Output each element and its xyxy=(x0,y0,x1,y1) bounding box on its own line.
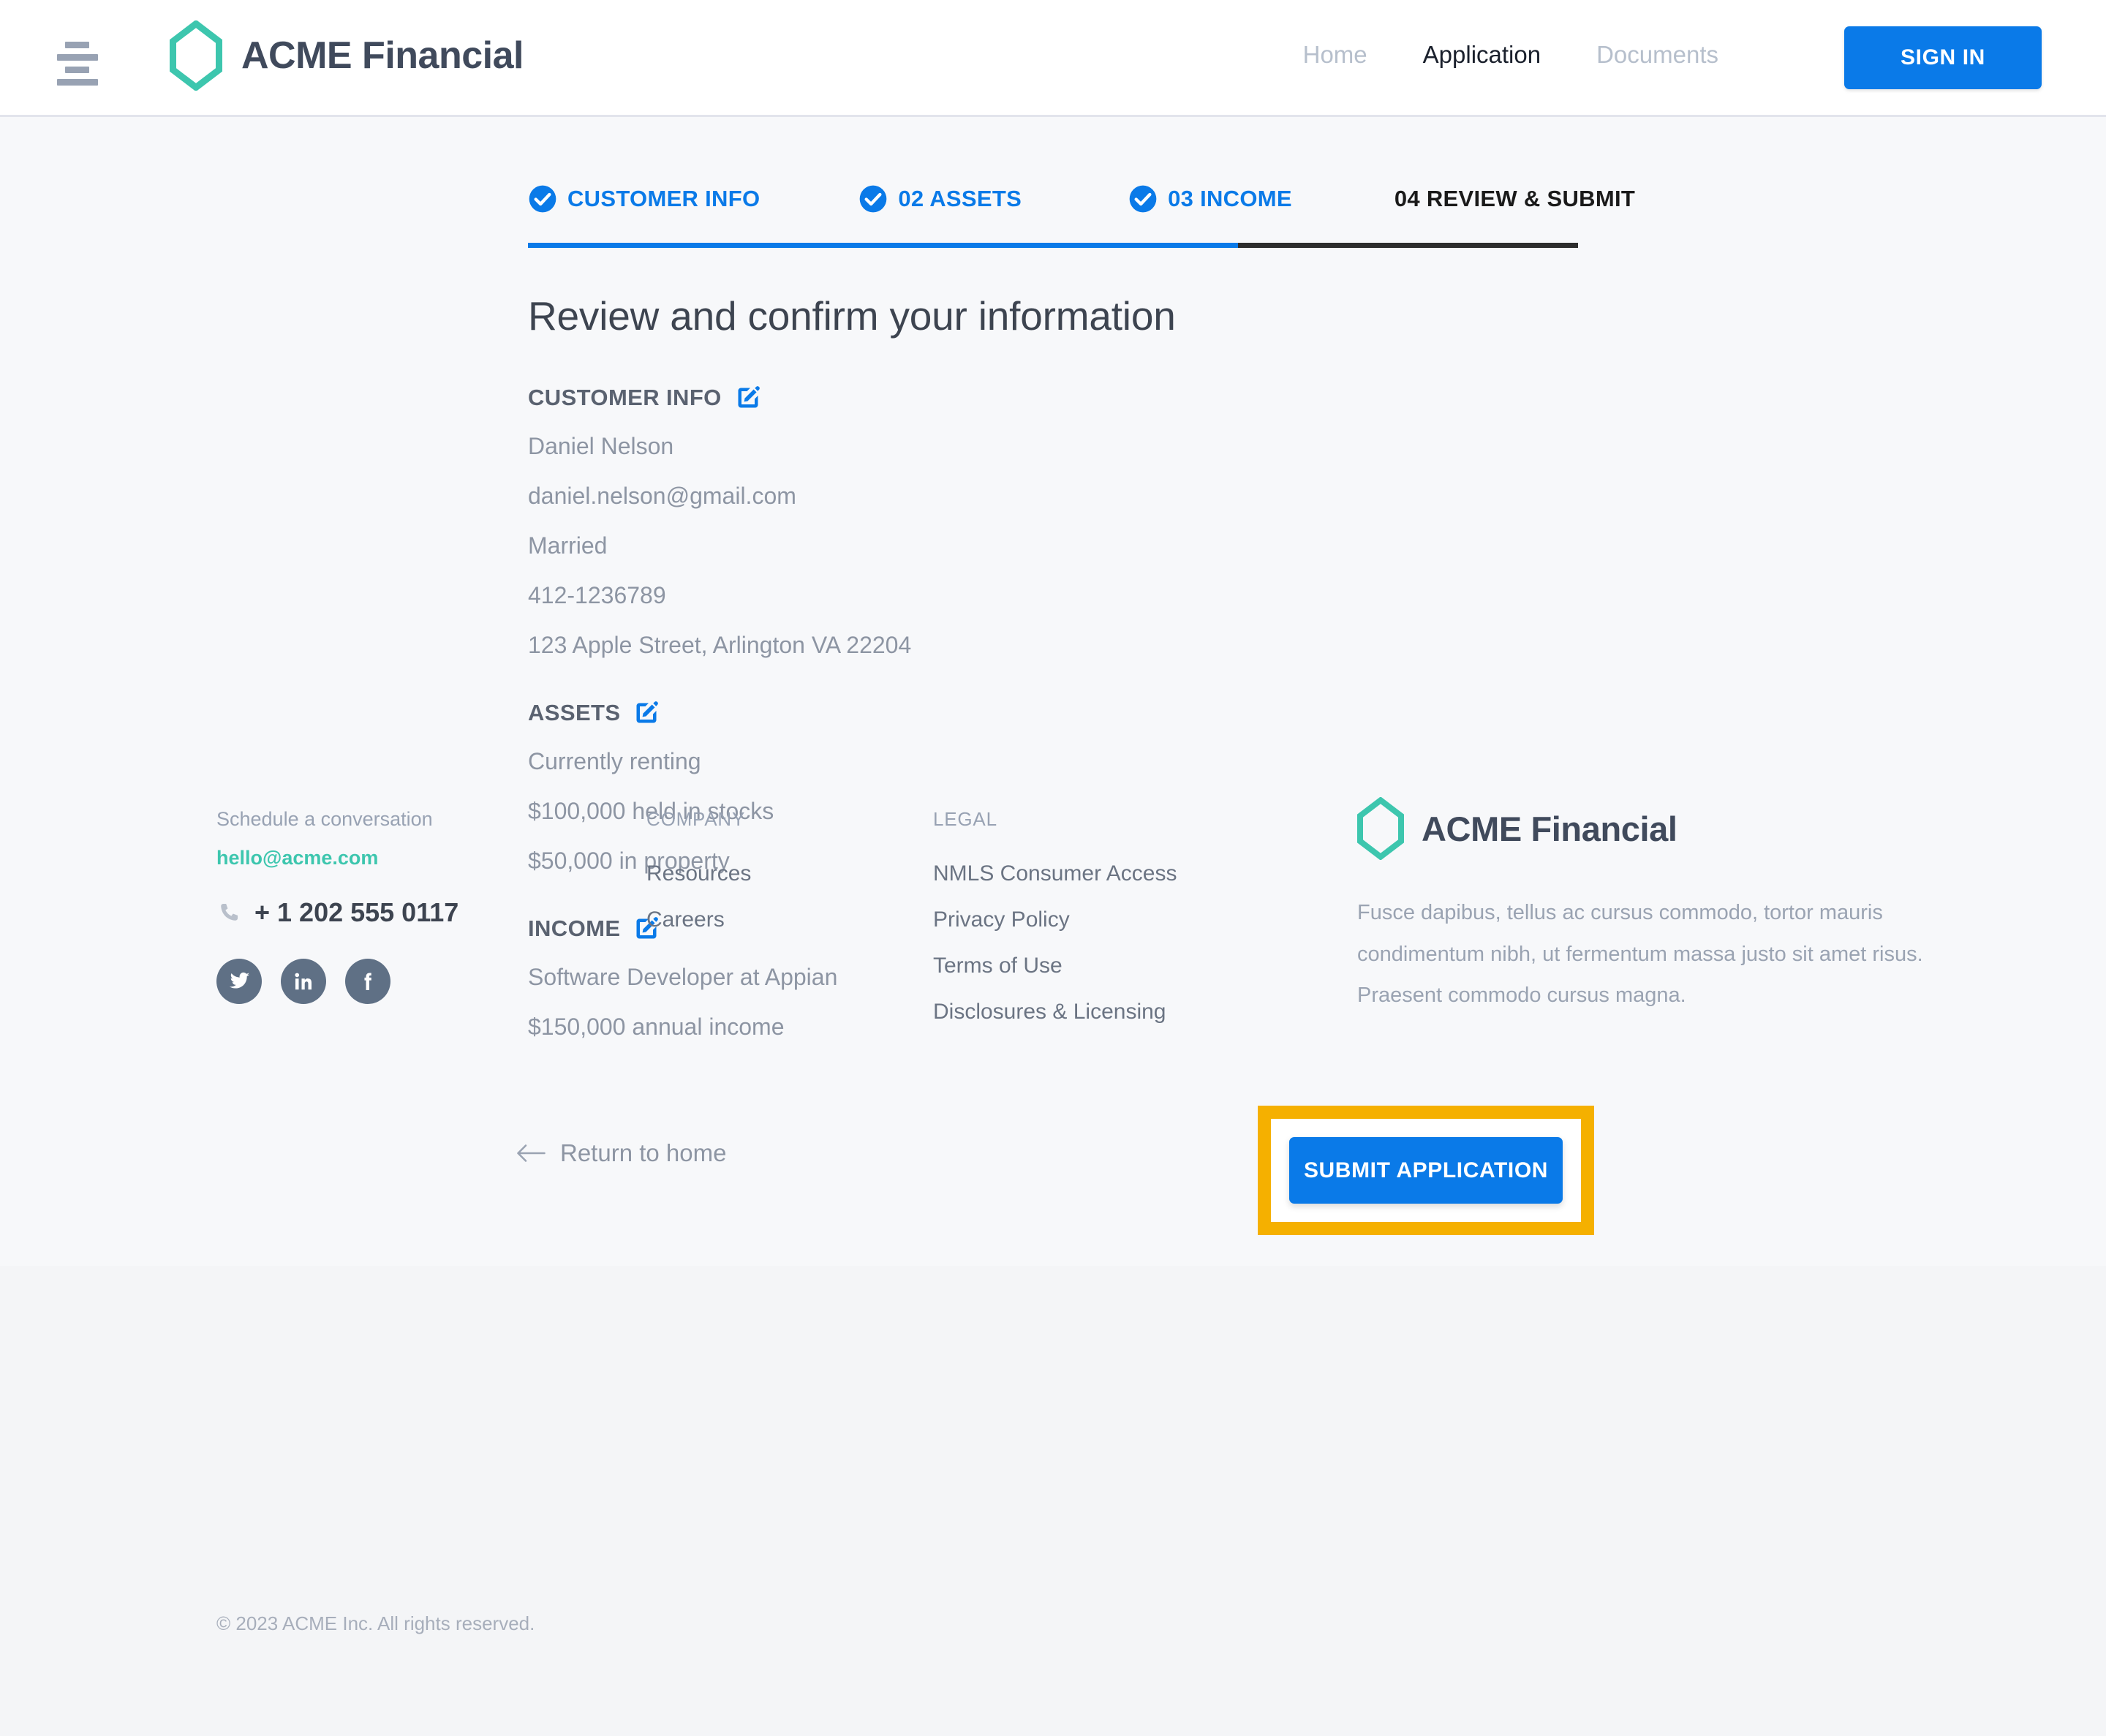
check-circle-icon xyxy=(529,185,556,213)
footer-column-title: COMPANY xyxy=(646,808,746,830)
footer-schedule-label: Schedule a conversation xyxy=(216,808,433,830)
footer-link-resources[interactable]: Resources xyxy=(646,861,751,886)
section-header: CUSTOMER INFO xyxy=(528,385,1588,411)
twitter-icon[interactable] xyxy=(216,959,262,1004)
field-value: daniel.nelson@gmail.com xyxy=(528,483,796,509)
section-title: INCOME xyxy=(528,916,621,941)
section-title: ASSETS xyxy=(528,700,621,725)
stepper-label: CUSTOMER INFO xyxy=(567,186,760,211)
return-to-home-link[interactable]: Return to home xyxy=(515,1139,726,1167)
stepper-step-customer-info[interactable]: CUSTOMER INFO xyxy=(528,184,760,214)
stepper-steps: CUSTOMER INFO 02 ASSETS 03 INCOME 04 REV… xyxy=(528,173,1635,225)
field-value: 412-1236789 xyxy=(528,582,666,608)
footer-link-privacy-policy[interactable]: Privacy Policy xyxy=(933,907,1177,932)
return-to-home-label: Return to home xyxy=(560,1139,727,1166)
hamburger-bar xyxy=(65,42,89,48)
hamburger-bar xyxy=(57,79,98,86)
footer-link-terms-of-use[interactable]: Terms of Use xyxy=(933,954,1177,978)
footer-phone[interactable]: + 1 202 555 0117 xyxy=(216,897,458,928)
footer-link-disclosures-licensing[interactable]: Disclosures & Licensing xyxy=(933,1000,1177,1024)
facebook-icon[interactable] xyxy=(345,959,390,1004)
footer-brand-blurb: Fusce dapibus, tellus ac cursus commodo,… xyxy=(1357,901,1923,1008)
footer-brand-row: ACME Financial xyxy=(1357,797,1928,860)
footer-social-links xyxy=(216,959,458,1004)
stepper-label: 03 INCOME xyxy=(1168,186,1292,211)
footer-brand: ACME Financial Fusce dapibus, tellus ac … xyxy=(1357,797,1928,1016)
stepper-step-assets[interactable]: 02 ASSETS xyxy=(858,184,1022,214)
sign-in-button[interactable]: SIGN IN xyxy=(1844,26,2042,89)
site-header: ACME Financial Home Application Document… xyxy=(0,0,2106,117)
nav-link-documents[interactable]: Documents xyxy=(1569,41,1746,69)
main-nav: Home Application Documents xyxy=(1275,41,1746,69)
stepper-progress-rail xyxy=(528,243,1578,248)
form-actions: Return to home SUBMIT APPLICATION xyxy=(512,1106,1609,1255)
nav-link-home[interactable]: Home xyxy=(1275,41,1395,69)
linkedin-glyph xyxy=(295,973,312,990)
stepper-label: 02 ASSETS xyxy=(898,186,1022,211)
stepper-label: 04 REVIEW & SUBMIT xyxy=(1394,186,1636,211)
application-stepper: CUSTOMER INFO 02 ASSETS 03 INCOME 04 REV… xyxy=(528,173,1635,248)
footer-phone-number: + 1 202 555 0117 xyxy=(254,897,459,927)
footer-brand-name: ACME Financial xyxy=(1422,809,1677,848)
footer-link-careers[interactable]: Careers xyxy=(646,907,751,932)
linkedin-icon[interactable] xyxy=(281,959,326,1004)
footer-contact: Schedule a conversation hello@acme.com +… xyxy=(216,808,458,1004)
page-title: Review and confirm your information xyxy=(528,293,1176,339)
check-circle-icon xyxy=(860,185,887,213)
facebook-glyph xyxy=(364,973,371,990)
section-title: CUSTOMER INFO xyxy=(528,385,722,410)
submit-application-button[interactable]: SUBMIT APPLICATION xyxy=(1289,1137,1563,1204)
hamburger-bar xyxy=(57,54,98,61)
brand-name: ACME Financial xyxy=(241,34,524,77)
stepper-step-income[interactable]: 03 INCOME xyxy=(1128,184,1292,214)
twitter-bird-glyph xyxy=(229,972,250,989)
hexagon-logo-icon xyxy=(170,20,222,91)
footer-copyright: © 2023 ACME Inc. All rights reserved. xyxy=(216,1612,535,1634)
footer-email-link[interactable]: hello@acme.com xyxy=(216,847,458,869)
hamburger-bar xyxy=(65,67,89,73)
field-value: Daniel Nelson xyxy=(528,433,674,459)
edit-pencil-square-icon[interactable] xyxy=(735,385,761,411)
hexagon-logo-icon xyxy=(1357,797,1404,860)
hamburger-menu-icon[interactable] xyxy=(57,42,98,86)
section-customer-info: CUSTOMER INFO Daniel Nelson daniel.nelso… xyxy=(528,385,1588,659)
field-value: Currently renting xyxy=(528,748,701,774)
page-root: ACME Financial Home Application Document… xyxy=(0,0,2106,1736)
stepper-rail-completed xyxy=(528,243,1238,248)
check-circle-icon xyxy=(1129,185,1157,213)
footer-link-nmls-consumer-access[interactable]: NMLS Consumer Access xyxy=(933,861,1177,886)
site-footer xyxy=(0,1266,2106,1736)
brand-logo[interactable]: ACME Financial xyxy=(170,20,524,91)
footer-column-legal: LEGAL NMLS Consumer Access Privacy Polic… xyxy=(933,808,1177,1046)
field-value: Married xyxy=(528,532,608,559)
section-header: ASSETS xyxy=(528,700,1588,726)
stepper-rail-current xyxy=(1238,243,1578,248)
edit-pencil-square-icon[interactable] xyxy=(633,700,660,726)
arrow-left-icon xyxy=(517,1144,546,1162)
stepper-step-review-submit[interactable]: 04 REVIEW & SUBMIT xyxy=(1394,186,1635,212)
nav-link-application[interactable]: Application xyxy=(1395,41,1569,69)
field-value: 123 Apple Street, Arlington VA 22204 xyxy=(528,632,912,658)
phone-icon xyxy=(221,903,238,921)
footer-column-title: LEGAL xyxy=(933,808,997,830)
footer-column-company: COMPANY Resources Careers xyxy=(646,808,751,954)
